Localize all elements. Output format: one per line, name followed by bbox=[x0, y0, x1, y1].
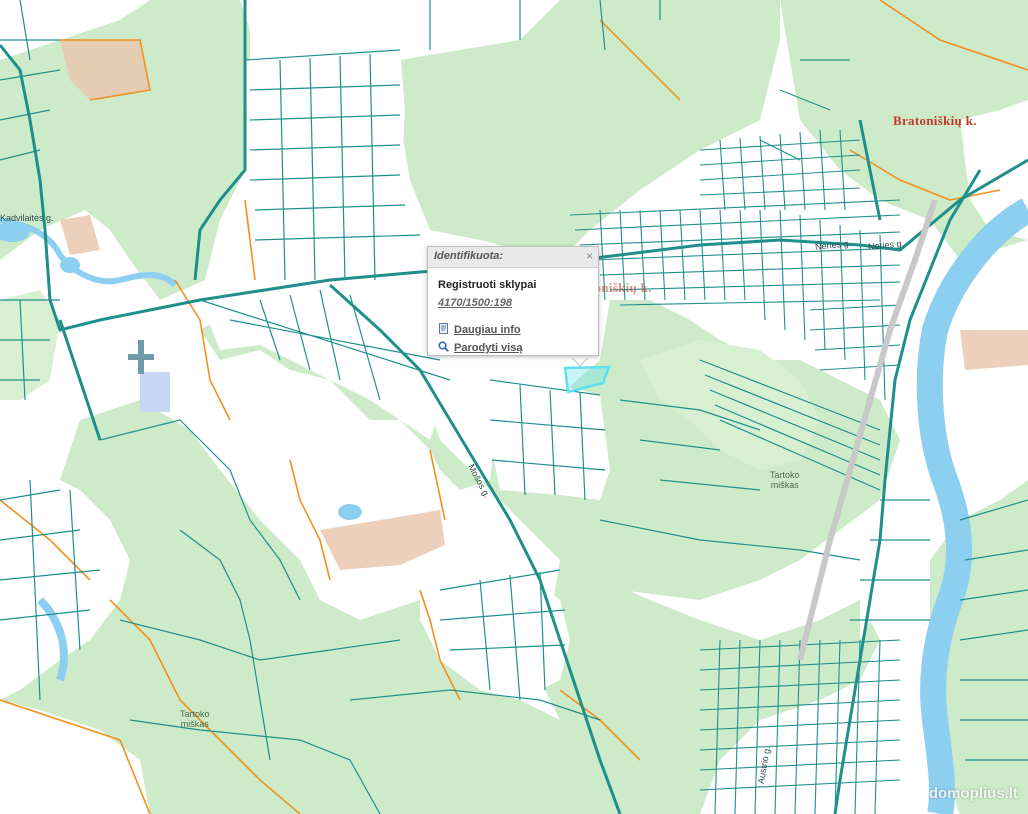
more-info-link[interactable]: Daugiau info bbox=[438, 323, 521, 336]
identify-popup: Identifikuota: × Registruoti sklypai 417… bbox=[427, 246, 599, 356]
street-label-kadvilaites: Kadvilaitės g. bbox=[0, 213, 54, 223]
map-canvas[interactable]: Bratoniškių k. Bratoniškių k. Kadvilaitė… bbox=[0, 0, 1028, 814]
popup-title: Identifikuota: bbox=[434, 250, 504, 262]
show-all-label: Parodyti visą bbox=[454, 342, 523, 354]
cadastral-map[interactable] bbox=[0, 0, 1028, 814]
village-label-bratoniskiu: Bratoniškių k. bbox=[893, 113, 977, 128]
forest-label-tartoko-east: Tartoko miškas bbox=[770, 470, 800, 490]
watermark: domoplius.lt bbox=[928, 785, 1018, 802]
forest-label-tartoko-south: Tartoko miškas bbox=[180, 709, 210, 729]
magnifier-icon bbox=[438, 341, 449, 352]
close-icon[interactable]: × bbox=[586, 249, 593, 263]
popup-header: Identifikuota: × bbox=[428, 247, 598, 268]
show-all-link[interactable]: Parodyti visą bbox=[438, 341, 522, 354]
document-icon bbox=[439, 323, 448, 334]
more-info-label: Daugiau info bbox=[454, 324, 521, 336]
popup-layer-name: Registruoti sklypai bbox=[438, 279, 537, 291]
parcel-id-link[interactable]: 4170/1500:198 bbox=[438, 297, 512, 309]
